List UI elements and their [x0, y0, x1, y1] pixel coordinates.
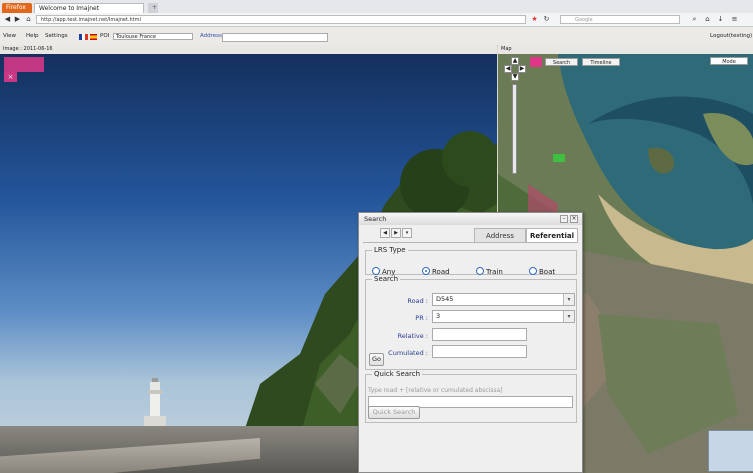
- road-label: Road :: [407, 297, 428, 305]
- menu-help[interactable]: Help: [26, 33, 39, 40]
- quick-search-legend: Quick Search: [374, 370, 421, 378]
- pr-label: PR :: [415, 314, 428, 322]
- menu-settings[interactable]: Settings: [45, 33, 68, 40]
- firefox-menu-button[interactable]: Firefox: [2, 3, 32, 13]
- map-panel-header: Map: [498, 45, 753, 54]
- radio-icon[interactable]: [529, 267, 537, 275]
- bookmark-icon[interactable]: ★: [530, 15, 539, 24]
- search-group: Search Road : D545 ▾ PR : 3 ▾ Relative : C…: [365, 275, 577, 370]
- flag-spain-icon[interactable]: [90, 34, 97, 40]
- lrs-type-legend: LRS Type: [374, 246, 406, 254]
- home-icon[interactable]: ⌂: [24, 15, 33, 24]
- pr-value: 3: [436, 312, 441, 320]
- menu-view[interactable]: View: [3, 33, 16, 40]
- address-input[interactable]: [222, 33, 328, 42]
- tab-bar: Firefox Welcome to Imajnet +: [0, 0, 753, 13]
- browser-chrome: Firefox Welcome to Imajnet + ◀ ▶ ⌂ http:…: [0, 0, 753, 46]
- app-toolbar: View Help Settings POI Toulouse France A…: [0, 27, 753, 46]
- chevron-down-icon[interactable]: ▾: [563, 294, 574, 305]
- quick-search-button[interactable]: Quick Search: [368, 406, 420, 419]
- tab-divider: [363, 242, 578, 243]
- tab-scroller: ◀ ▶ ▾: [380, 228, 420, 240]
- close-dialog-icon[interactable]: ×: [570, 215, 578, 223]
- relative-label: Relative :: [397, 332, 428, 340]
- close-icon[interactable]: ×: [4, 72, 17, 82]
- search-dialog: Search – × ◀ ▶ ▾ Address Referential LRS…: [358, 212, 583, 473]
- cumulated-input[interactable]: [432, 345, 527, 358]
- radio-icon[interactable]: [372, 267, 380, 275]
- pan-right-icon[interactable]: ▶: [518, 65, 526, 73]
- map-search-button[interactable]: Search: [545, 58, 578, 66]
- radio-selected-icon[interactable]: [422, 267, 430, 275]
- poi-input[interactable]: Toulouse France: [113, 33, 193, 40]
- address-label: Address: [200, 33, 222, 39]
- dialog-title: Search: [359, 213, 582, 225]
- tab-referential[interactable]: Referential: [526, 228, 578, 242]
- minimize-icon[interactable]: –: [560, 215, 568, 223]
- menu-icon[interactable]: ≡: [730, 15, 739, 24]
- pan-left-icon[interactable]: ◀: [504, 65, 512, 73]
- downloads-icon[interactable]: ↓: [716, 15, 725, 24]
- road-value: D545: [436, 295, 454, 303]
- poi-label: POI: [100, 33, 110, 39]
- relative-input[interactable]: [432, 328, 527, 341]
- tab-address[interactable]: Address: [474, 228, 526, 242]
- pan-down-icon[interactable]: ▼: [511, 73, 519, 81]
- chevron-down-icon[interactable]: ▾: [563, 311, 574, 322]
- map-timeline-button[interactable]: Timeline: [582, 58, 620, 66]
- search-input[interactable]: Google: [560, 15, 680, 24]
- reload-icon[interactable]: ↻: [542, 15, 551, 24]
- radio-icon[interactable]: [476, 267, 484, 275]
- go-button[interactable]: Go: [369, 353, 384, 366]
- new-tab-button[interactable]: +: [148, 3, 158, 13]
- image-panel-header: Image : 2011-06-16: [0, 45, 497, 54]
- flag-france-icon[interactable]: [79, 34, 88, 40]
- tab-welcome[interactable]: Welcome to Imajnet: [34, 3, 144, 13]
- search-legend: Search: [374, 275, 399, 283]
- logout-link[interactable]: Logout(testing): [710, 33, 752, 40]
- map-tool-icon[interactable]: [530, 57, 542, 67]
- pan-up-icon[interactable]: ▲: [511, 57, 519, 65]
- map-mode-select[interactable]: Mode: [710, 57, 748, 65]
- nav-bar: ◀ ▶ ⌂ http://app.test.imajnet.net/Imajne…: [0, 13, 753, 27]
- home-button-icon[interactable]: ⌂: [703, 15, 712, 24]
- road-combo[interactable]: D545 ▾: [432, 293, 575, 306]
- forward-icon[interactable]: ▶: [13, 15, 22, 24]
- back-icon[interactable]: ◀: [3, 15, 12, 24]
- tab-list-icon[interactable]: ▾: [402, 228, 412, 238]
- pr-combo[interactable]: 3 ▾: [432, 310, 575, 323]
- lrs-type-group: LRS Type Any Road Train Boat: [365, 246, 577, 276]
- logo-icon: [4, 57, 44, 72]
- url-field[interactable]: http://app.test.imajnet.net/Imajnet.html: [36, 15, 526, 24]
- zoom-slider[interactable]: [512, 84, 517, 174]
- tab-scroll-right-icon[interactable]: ▶: [391, 228, 401, 238]
- map-overview[interactable]: [708, 430, 753, 472]
- search-icon[interactable]: ⌕: [690, 15, 699, 24]
- tab-scroll-left-icon[interactable]: ◀: [380, 228, 390, 238]
- quick-search-hint: Type road + [relative or cumulated absci…: [368, 387, 503, 394]
